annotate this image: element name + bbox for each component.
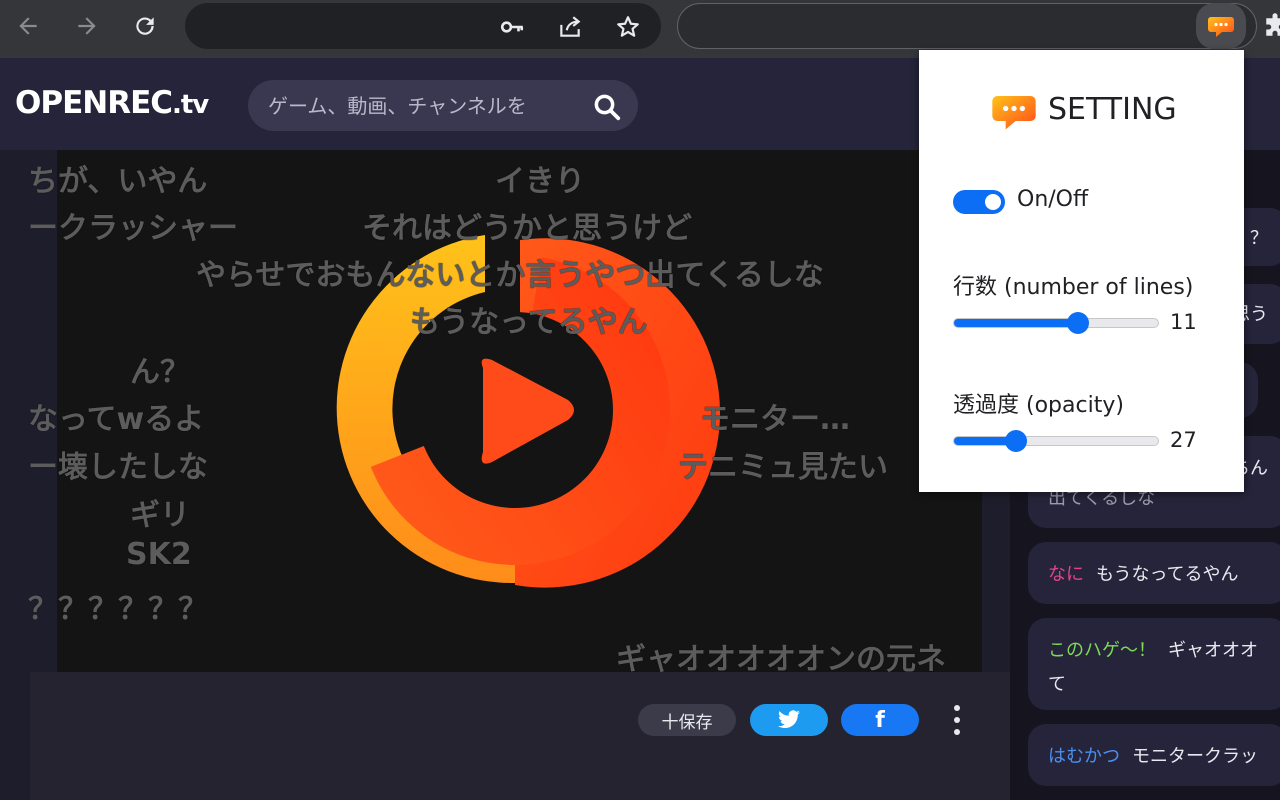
overlay-comment: モニター… [700, 402, 850, 437]
popup-title: SETTING [1048, 92, 1177, 127]
overlay-comment: ー壊したしな [28, 450, 208, 485]
share-button[interactable] [557, 14, 583, 40]
key-icon [500, 21, 524, 33]
reload-icon [136, 17, 154, 35]
star-icon [617, 16, 639, 37]
twitter-share-button[interactable] [750, 704, 828, 736]
toggle-knob [985, 194, 1001, 210]
overlay-comment: もうなってるやん [410, 305, 648, 340]
overlay-comment: やらせでおもんないとか言うやつ出てくるしな [196, 258, 824, 293]
logo-tv: .tv [172, 90, 209, 120]
share-icon [560, 16, 581, 37]
overlay-comment: ん？ [130, 355, 190, 390]
password-key-button[interactable] [499, 14, 525, 40]
forward-button[interactable] [69, 8, 105, 44]
chat-message: このハゲ～！ ギャオオオ て [1028, 618, 1280, 710]
chat-username[interactable]: はむかつ [1048, 746, 1120, 767]
facebook-share-button[interactable]: f [841, 704, 919, 736]
chat-message: はむかつ モニタークラッ [1028, 724, 1280, 786]
opacity-slider[interactable] [953, 430, 1159, 452]
overlay-comment: イきり [495, 164, 585, 199]
search-input[interactable] [268, 92, 568, 120]
chat-bubble-icon [1208, 17, 1234, 37]
chat-message: なに もうなってるやん [1028, 542, 1280, 604]
on-off-toggle[interactable] [953, 190, 1005, 214]
chat-text-continued: て [1048, 674, 1066, 695]
more-vertical-icon [954, 705, 960, 735]
extension-button[interactable] [1196, 3, 1246, 49]
overlay-comment: それはどうかと思うけど [362, 211, 692, 246]
overlay-comment: ちが、いやん [28, 164, 208, 199]
chat-text: ギャオオオ [1168, 640, 1258, 661]
overlay-comment: SK2 [126, 537, 192, 572]
bookmark-star-button[interactable] [615, 14, 641, 40]
puzzle-icon [1266, 13, 1280, 36]
opacity-value: 27 [1170, 428, 1197, 452]
site-logo[interactable]: OPENREC.tv [15, 85, 209, 121]
overlay-comment: なってwるよ [28, 402, 205, 437]
chat-username[interactable]: なに [1048, 564, 1084, 585]
arrow-left-icon [19, 17, 37, 35]
arrow-right-icon [78, 17, 96, 35]
extensions-menu-button[interactable] [1260, 12, 1280, 42]
chat-text: モニタークラッ [1132, 746, 1258, 767]
lines-slider[interactable] [953, 312, 1159, 334]
chat-text: もうなってるやん [1096, 564, 1239, 585]
lines-label: 行数 (number of lines) [953, 275, 1194, 300]
video-action-bar [30, 672, 1010, 800]
slider-thumb[interactable] [1067, 312, 1089, 334]
search-box [248, 80, 638, 131]
opacity-label: 透過度 (opacity) [953, 393, 1124, 418]
secondary-omnibox[interactable] [677, 3, 1257, 49]
lines-value: 11 [1170, 310, 1197, 334]
search-icon[interactable] [592, 92, 622, 122]
overlay-comment: テニミュ見たい [678, 450, 888, 485]
back-button[interactable] [10, 8, 46, 44]
save-button[interactable]: 十保存 [638, 704, 736, 736]
overlay-comment: ークラッシャー [28, 211, 238, 246]
slider-fill [954, 319, 1078, 327]
toggle-label: On/Off [1017, 187, 1089, 212]
slider-thumb[interactable] [1005, 430, 1027, 452]
chat-username[interactable]: このハゲ～！ [1048, 640, 1156, 661]
twitter-icon [778, 710, 800, 729]
overlay-comment: ？？？？？？ [28, 592, 208, 627]
logo-main: OPENREC [15, 85, 173, 121]
address-bar[interactable] [185, 3, 661, 49]
more-options-button[interactable] [945, 702, 969, 738]
overlay-comment: ギリ [130, 498, 190, 533]
chat-bubble-icon [992, 96, 1036, 130]
reload-button[interactable] [127, 8, 163, 44]
